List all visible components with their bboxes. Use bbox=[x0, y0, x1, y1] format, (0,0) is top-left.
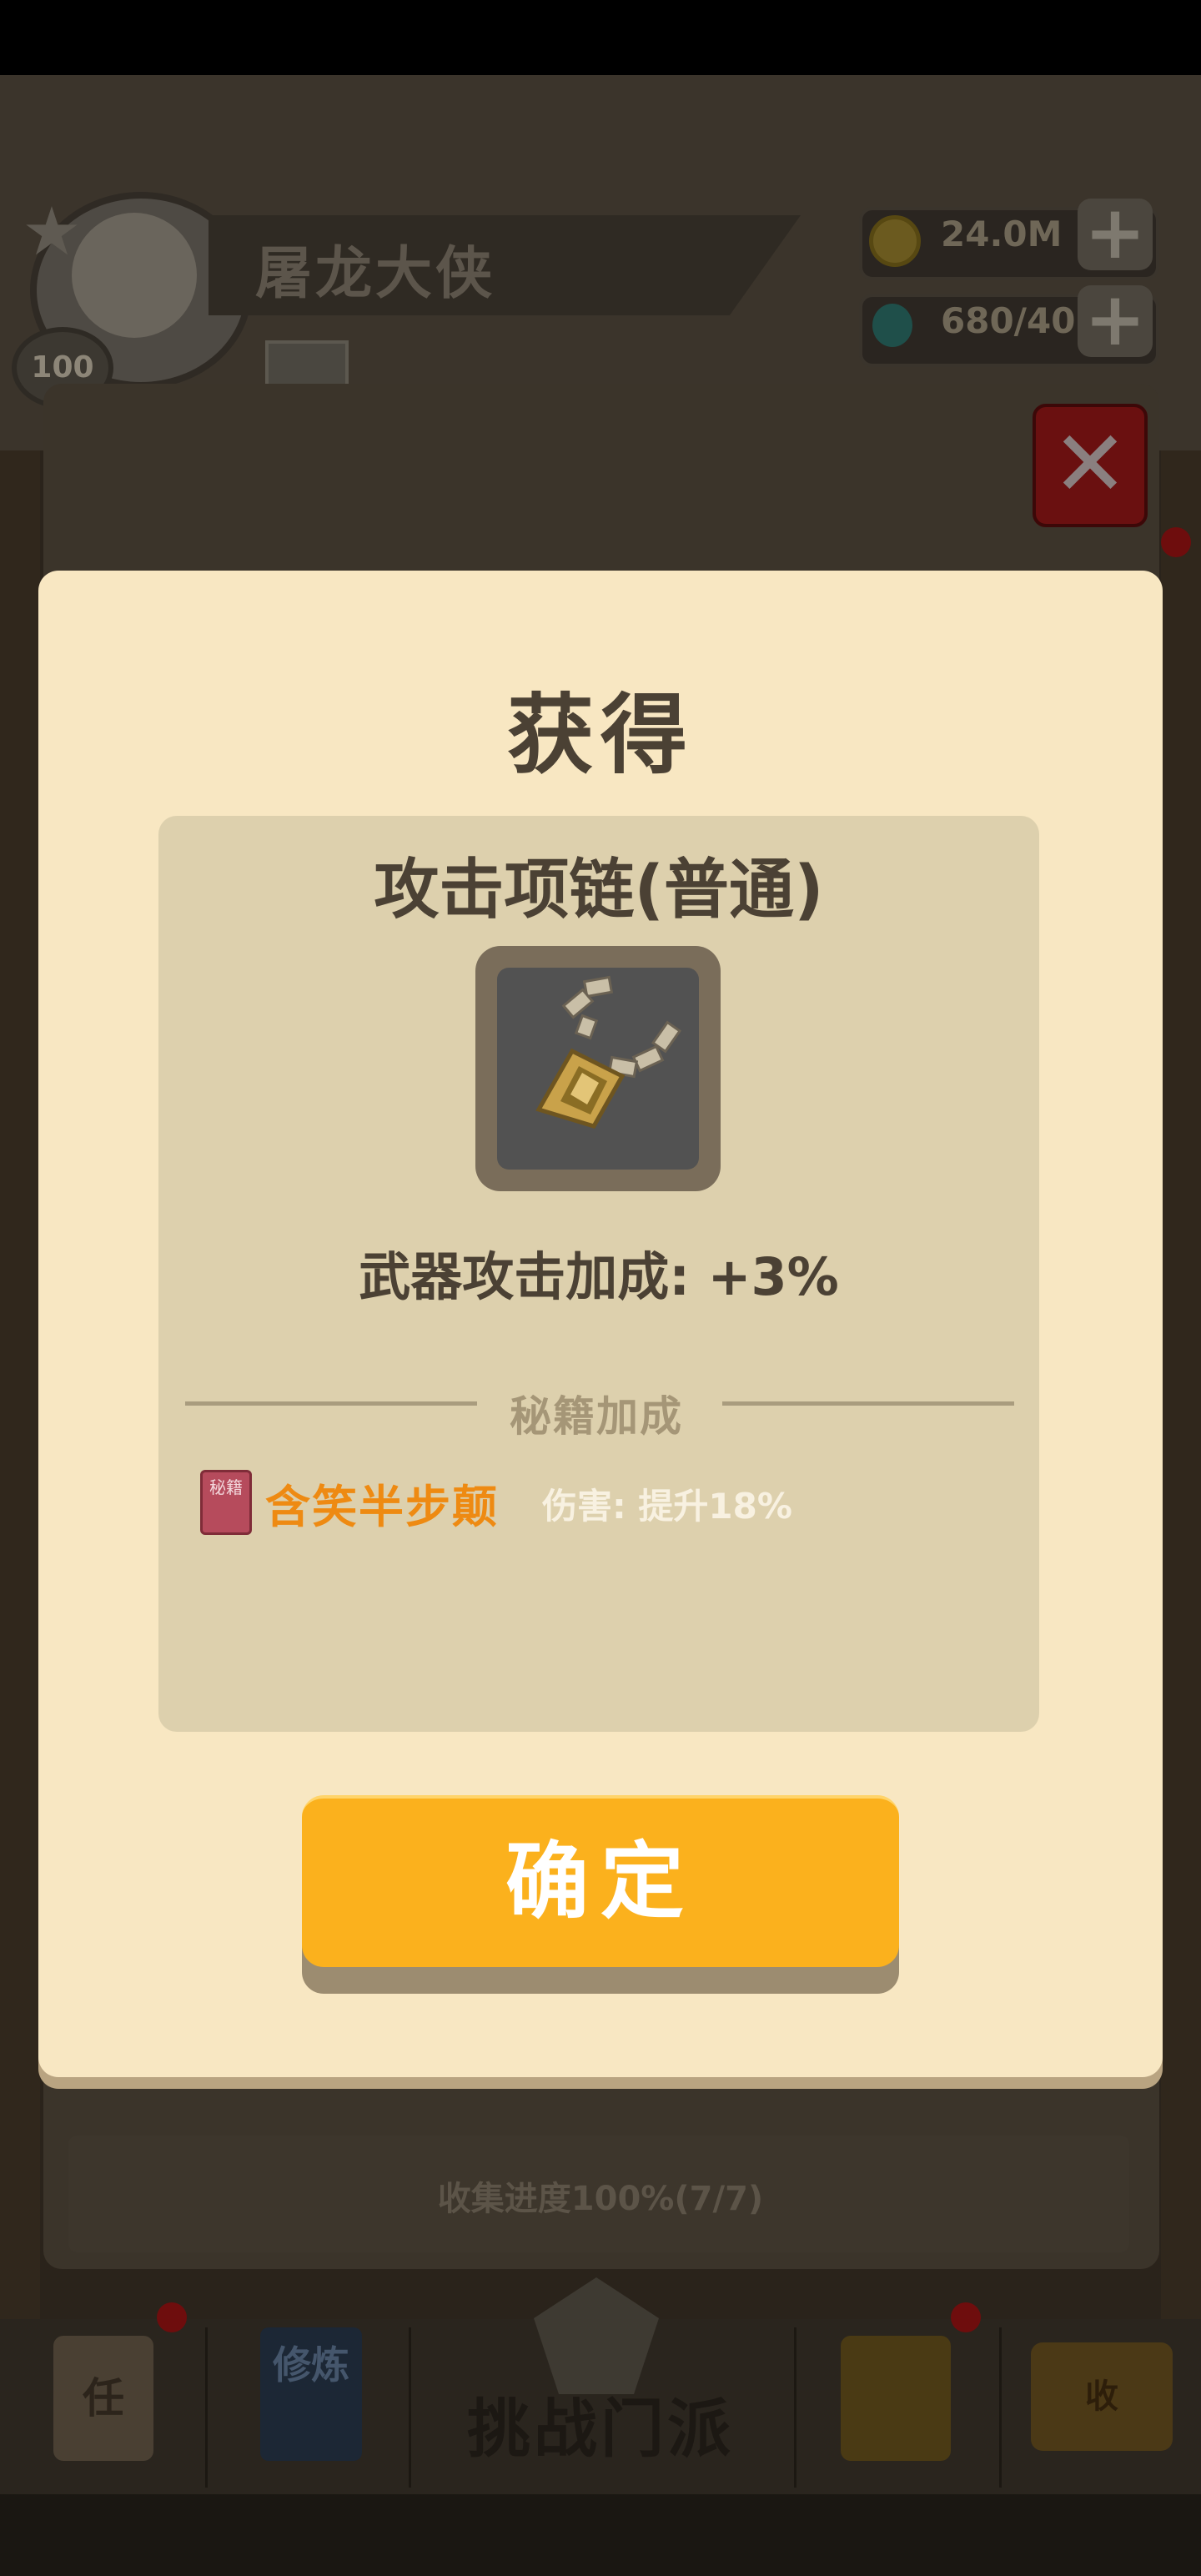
nav-divider bbox=[409, 2327, 411, 2488]
divider-line-left bbox=[185, 1401, 477, 1406]
gold-amount: 24.0M bbox=[941, 214, 1063, 254]
bottom-strip bbox=[0, 2494, 1201, 2576]
right-decoration bbox=[1161, 450, 1201, 2319]
collection-progress-text: 收集进度100%(7/7) bbox=[437, 2180, 764, 2218]
close-button[interactable]: ✕ bbox=[1033, 404, 1148, 527]
nav-treasure-button[interactable]: 收 bbox=[1031, 2342, 1173, 2451]
divider-line-right bbox=[722, 1401, 1014, 1406]
status-bar bbox=[0, 0, 1201, 75]
nav-task-button[interactable]: 任 bbox=[53, 2336, 153, 2461]
necklace-icon bbox=[535, 975, 682, 1129]
left-decoration bbox=[0, 450, 40, 2319]
gem-icon bbox=[872, 304, 912, 347]
gem-amount: 680/40 bbox=[941, 300, 1076, 341]
nav-cultivate-button[interactable]: 修炼 bbox=[260, 2327, 362, 2461]
building-notification-dot bbox=[951, 2302, 981, 2332]
dialog-title: 获得 bbox=[506, 684, 694, 786]
item-name: 攻击项链(普通) bbox=[374, 853, 824, 928]
nav-divider bbox=[205, 2327, 208, 2488]
player-name: 屠龙大侠 bbox=[255, 241, 496, 307]
close-icon: ✕ bbox=[1051, 410, 1129, 517]
secret-book-icon: 秘籍 bbox=[200, 1470, 252, 1535]
section-label: 秘籍加成 bbox=[510, 1392, 683, 1441]
task-notification-dot bbox=[157, 2302, 187, 2332]
nav-divider bbox=[794, 2327, 796, 2488]
skill-effect: 伤害: 提升18% bbox=[542, 1486, 792, 1527]
add-gem-button[interactable]: + bbox=[1078, 283, 1153, 357]
nav-challenge-sect-button[interactable]: 挑战门派 bbox=[417, 2377, 784, 2469]
gold-coin-icon bbox=[869, 215, 921, 267]
skill-name: 含笑半步颠 bbox=[265, 1481, 499, 1533]
star-icon: ★ bbox=[22, 193, 82, 270]
add-gold-button[interactable]: + bbox=[1078, 196, 1153, 270]
item-stat: 武器攻击加成: +3% bbox=[359, 1246, 839, 1307]
notification-dot bbox=[1161, 527, 1191, 557]
nav-building-button[interactable] bbox=[841, 2336, 951, 2461]
confirm-button[interactable]: 确定 bbox=[302, 1795, 899, 1967]
nav-divider bbox=[999, 2327, 1002, 2488]
